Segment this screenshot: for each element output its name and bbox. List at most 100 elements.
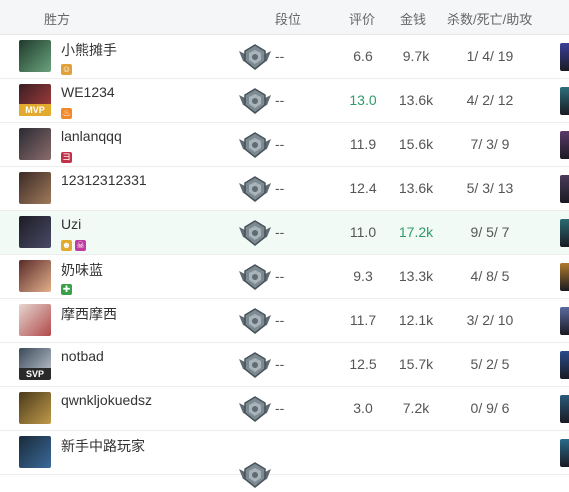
kda-value: 0/ 9/ 6 [470, 400, 510, 416]
rank-emblem-icon [237, 307, 273, 335]
achievement-icon: ✚ [61, 284, 72, 295]
kda-value: 7/ 3/ 9 [470, 136, 510, 152]
achievement-icon: ☠ [75, 240, 86, 251]
champion-avatar[interactable]: SVP [19, 348, 51, 380]
rank-text: -- [275, 48, 285, 64]
champion-avatar[interactable] [19, 172, 51, 204]
player-row[interactable]: 12312312331 -- 12.4 13.6k 5/ 3/ 13 [0, 167, 569, 211]
rank-text: -- [275, 180, 285, 196]
rank-text: -- [275, 224, 285, 240]
player-row[interactable]: 奶味蓝 ✚ -- 9.3 13.3k 4/ 8/ 5 [0, 255, 569, 299]
rank-text: -- [275, 268, 285, 284]
player-row[interactable]: Uzi ☻ ☠ -- 11.0 17.2k 9/ 5/ 7 [0, 211, 569, 255]
table-header: 胜方 段位 评价 金钱 杀数/死亡/助攻 [0, 0, 569, 35]
rank-emblem-icon [237, 263, 273, 291]
kda-value: 9/ 5/ 7 [470, 224, 510, 240]
header-kda: 杀数/死亡/助攻 [447, 12, 533, 27]
rating-value: 13.0 [349, 92, 377, 108]
rank-emblem-icon [237, 395, 273, 423]
player-row[interactable]: SVP notbad -- 12.5 15.7k 5/ 2/ 5 [0, 343, 569, 387]
champion-avatar[interactable]: MVP [19, 84, 51, 116]
item-icon[interactable] [560, 263, 569, 291]
match-scoreboard: 胜方 段位 评价 金钱 杀数/死亡/助攻 小熊摊手 ☺ -- 6.6 9.7k 1/ 4/… [0, 0, 569, 488]
item-icon[interactable] [560, 43, 569, 71]
player-badges: ☺ [61, 59, 75, 75]
player-name[interactable]: WE1234 [61, 84, 115, 100]
gold-value: 15.6k [398, 136, 434, 152]
player-row[interactable]: qwnkljokuedsz -- 3.0 7.2k 0/ 9/ 6 [0, 387, 569, 431]
gold-value: 13.6k [398, 180, 434, 196]
player-list: 小熊摊手 ☺ -- 6.6 9.7k 1/ 4/ 19 MVP WE1234 ♨ -- 13.0 13… [0, 35, 569, 488]
rank-emblem-icon [237, 43, 273, 71]
champion-avatar[interactable] [19, 392, 51, 424]
rank-emblem-icon [237, 87, 273, 115]
mvp-badge: MVP [19, 104, 51, 116]
gold-value: 17.2k [398, 224, 434, 240]
rating-value: 3.0 [353, 400, 373, 416]
champion-avatar[interactable] [19, 436, 51, 468]
player-name[interactable]: lanlanqqq [61, 128, 122, 144]
item-icon[interactable] [560, 351, 569, 379]
player-name[interactable]: 小熊摊手 [61, 40, 117, 60]
player-name[interactable]: 摩西摩西 [61, 304, 117, 324]
item-icon[interactable] [560, 175, 569, 203]
rank-emblem-icon [237, 131, 273, 159]
champion-avatar[interactable] [19, 216, 51, 248]
rank-text: -- [275, 400, 285, 416]
header-rating: 评价 [349, 12, 376, 27]
kda-value: 3/ 2/ 10 [466, 312, 514, 328]
player-name[interactable]: qwnkljokuedsz [61, 392, 152, 408]
rating-value: 9.3 [353, 268, 373, 284]
header-rank: 段位 [275, 12, 302, 27]
achievement-icon: ヨ [61, 152, 72, 163]
gold-value: 7.2k [402, 400, 430, 416]
header-gold: 金钱 [400, 12, 427, 27]
rating-value: 6.6 [353, 48, 373, 64]
gold-value: 15.7k [398, 356, 434, 372]
player-row[interactable]: 摩西摩西 -- 11.7 12.1k 3/ 2/ 10 [0, 299, 569, 343]
kda-value: 5/ 2/ 5 [470, 356, 510, 372]
item-icon[interactable] [560, 219, 569, 247]
gold-value: 13.3k [398, 268, 434, 284]
champion-avatar[interactable] [19, 40, 51, 72]
item-icon[interactable] [560, 439, 569, 467]
item-icon[interactable] [560, 87, 569, 115]
kda-value: 4/ 2/ 12 [466, 92, 514, 108]
player-name[interactable]: 12312312331 [61, 172, 147, 188]
rating-value: 12.5 [349, 356, 377, 372]
player-row[interactable]: 小熊摊手 ☺ -- 6.6 9.7k 1/ 4/ 19 [0, 35, 569, 79]
player-row[interactable]: MVP WE1234 ♨ -- 13.0 13.6k 4/ 2/ 12 [0, 79, 569, 123]
achievement-icon: ☺ [61, 64, 72, 75]
player-name[interactable]: notbad [61, 348, 104, 364]
achievement-icon: ☻ [61, 240, 72, 251]
player-badges: ☻ ☠ [61, 235, 89, 251]
rating-value: 11.7 [349, 312, 377, 328]
rating-value: 11.9 [349, 136, 377, 152]
kda-value: 4/ 8/ 5 [470, 268, 510, 284]
gold-value: 9.7k [402, 48, 430, 64]
rank-emblem-icon [237, 461, 273, 489]
player-badges: ✚ [61, 279, 75, 295]
header-winner: 胜方 [44, 12, 71, 27]
champion-avatar[interactable] [19, 128, 51, 160]
rating-value: 12.4 [349, 180, 377, 196]
rank-text: -- [275, 136, 285, 152]
player-row[interactable]: 新手中路玩家 [0, 431, 569, 488]
rating-value: 11.0 [349, 224, 377, 240]
player-row[interactable]: lanlanqqq ヨ -- 11.9 15.6k 7/ 3/ 9 [0, 123, 569, 167]
player-badges: ヨ [61, 147, 75, 163]
item-icon[interactable] [560, 395, 569, 423]
player-badges: ♨ [61, 103, 75, 119]
gold-value: 13.6k [398, 92, 434, 108]
player-name[interactable]: 奶味蓝 [61, 260, 103, 280]
rank-text: -- [275, 92, 285, 108]
player-name[interactable]: 新手中路玩家 [61, 436, 145, 456]
rank-emblem-icon [237, 175, 273, 203]
kda-value: 5/ 3/ 13 [466, 180, 514, 196]
champion-avatar[interactable] [19, 304, 51, 336]
player-name[interactable]: Uzi [61, 216, 81, 232]
kda-value: 1/ 4/ 19 [466, 48, 514, 64]
champion-avatar[interactable] [19, 260, 51, 292]
item-icon[interactable] [560, 307, 569, 335]
item-icon[interactable] [560, 131, 569, 159]
